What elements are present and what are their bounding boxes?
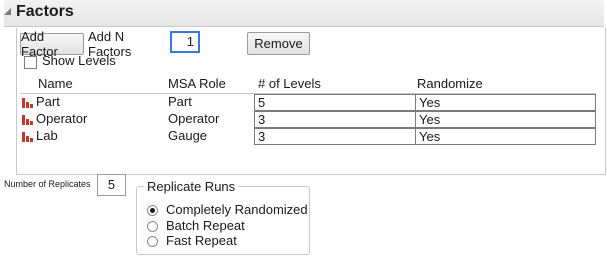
- factor-levels-cell[interactable]: 3: [254, 128, 416, 145]
- disclosure-triangle-icon[interactable]: [4, 8, 11, 15]
- remove-button[interactable]: Remove: [247, 32, 310, 55]
- add-n-factors-button[interactable]: Add N Factors: [86, 29, 167, 59]
- fast-repeat-radio[interactable]: [147, 236, 158, 247]
- radio-selected-dot: [150, 208, 155, 213]
- factor-msa-role[interactable]: Part: [168, 94, 192, 109]
- outline-header: [4, 0, 604, 27]
- show-levels-checkbox[interactable]: [24, 56, 37, 69]
- factor-levels-cell[interactable]: 5: [254, 94, 416, 111]
- factor-randomize-cell[interactable]: Yes: [415, 128, 596, 145]
- factor-levels-cell[interactable]: 3: [254, 111, 416, 128]
- add-factor-button[interactable]: Add Factor: [20, 29, 84, 59]
- completely-randomized-label[interactable]: Completely Randomized: [166, 202, 308, 217]
- column-header-levels: # of Levels: [258, 76, 321, 91]
- column-header-name: Name: [38, 76, 73, 91]
- number-of-replicates-label: Number of Replicates: [4, 179, 91, 189]
- factor-name[interactable]: Part: [36, 94, 60, 109]
- factor-name[interactable]: Lab: [36, 128, 58, 143]
- column-header-randomize: Randomize: [417, 76, 483, 91]
- factor-name[interactable]: Operator: [36, 111, 87, 126]
- factor-bar-chart-icon: [22, 98, 33, 108]
- factor-randomize-cell[interactable]: Yes: [415, 111, 596, 128]
- replicate-runs-title: Replicate Runs: [144, 179, 239, 194]
- show-levels-label[interactable]: Show Levels: [42, 53, 116, 68]
- factor-msa-role[interactable]: Gauge: [168, 128, 207, 143]
- number-of-replicates-input[interactable]: 5: [97, 174, 126, 196]
- column-header-msa-role: MSA Role: [168, 76, 226, 91]
- factor-randomize-cell[interactable]: Yes: [415, 94, 596, 111]
- section-title: Factors: [16, 3, 74, 20]
- factor-bar-chart-icon: [22, 115, 33, 125]
- completely-randomized-radio[interactable]: [147, 205, 158, 216]
- batch-repeat-radio[interactable]: [147, 221, 158, 232]
- batch-repeat-label[interactable]: Batch Repeat: [166, 218, 245, 233]
- fast-repeat-label[interactable]: Fast Repeat: [166, 233, 237, 248]
- factor-bar-chart-icon: [22, 132, 33, 142]
- factor-msa-role[interactable]: Operator: [168, 111, 219, 126]
- n-factors-input[interactable]: 1: [170, 31, 200, 53]
